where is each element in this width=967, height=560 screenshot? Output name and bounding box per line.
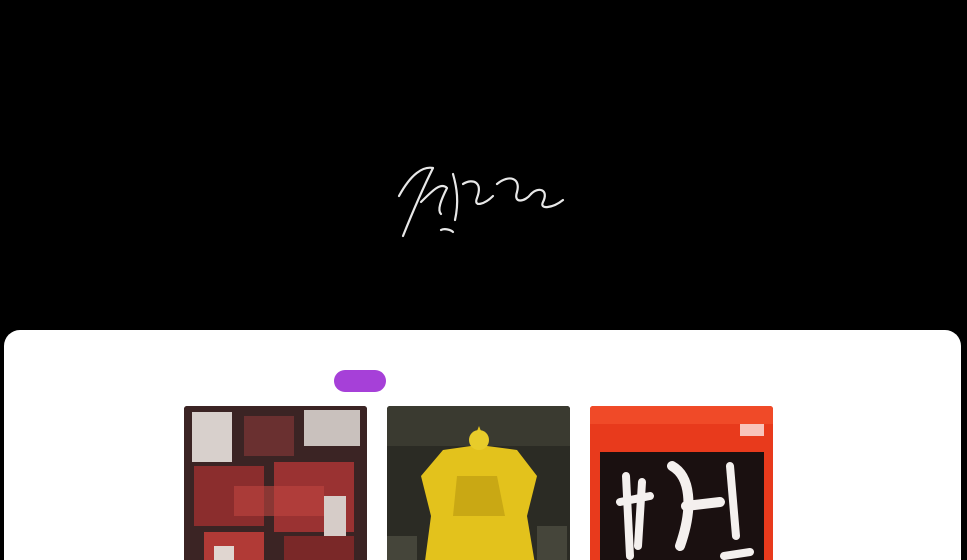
nav-link-2[interactable]: [643, 17, 679, 35]
nav-link-4[interactable]: [749, 17, 767, 35]
nav-links: [595, 17, 767, 35]
filter-tabs: [334, 368, 596, 394]
hero-banner: [0, 54, 967, 329]
top-nav: [0, 0, 967, 54]
tab-3[interactable]: [452, 370, 490, 392]
album-cover-3[interactable]: [590, 406, 773, 560]
nav-link-1[interactable]: [595, 17, 629, 35]
nav-link-3[interactable]: [693, 17, 735, 35]
tab-1[interactable]: [334, 370, 386, 392]
tab-2[interactable]: [402, 370, 436, 392]
album-cover-2[interactable]: [387, 406, 570, 560]
tab-5[interactable]: [564, 370, 596, 392]
brand-link[interactable]: [181, 17, 227, 35]
album-cover-1[interactable]: [184, 406, 367, 560]
tab-4[interactable]: [506, 370, 548, 392]
page: [0, 0, 967, 560]
album-grid: [184, 406, 773, 560]
signature-logo-icon: [381, 144, 581, 254]
content-panel: [4, 330, 961, 560]
